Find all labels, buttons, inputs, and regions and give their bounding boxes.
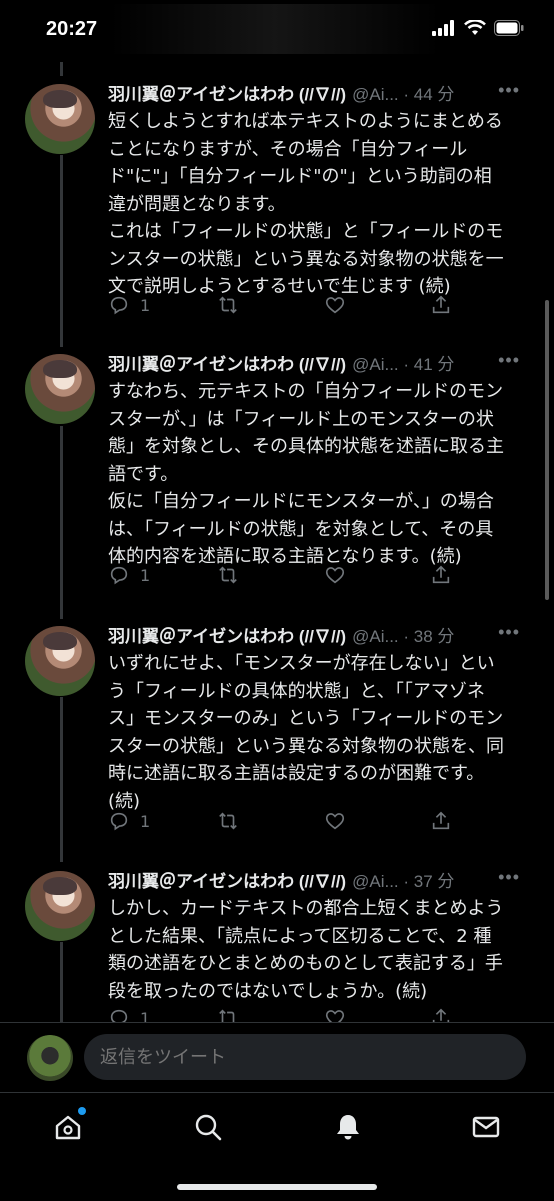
tweet[interactable]: 羽川翼＠アイゼンはわわ (//∇//) @Ai... · 41 分 ••• すなわ… bbox=[0, 350, 554, 610]
mail-icon bbox=[472, 1116, 500, 1138]
like-button[interactable] bbox=[324, 564, 346, 586]
tweet-text: すなわち、元テキストの「自分フィールドのモン スターが、」は「フィールド上のモン… bbox=[108, 381, 504, 567]
tweet-header: 羽川翼＠アイゼンはわわ (//∇//) @Ai... · 41 分 ••• bbox=[108, 350, 528, 380]
retweet-icon bbox=[219, 566, 237, 584]
share-icon bbox=[432, 811, 450, 830]
avatar[interactable] bbox=[25, 84, 95, 154]
reply-count: 1 bbox=[140, 295, 151, 315]
tab-search[interactable] bbox=[186, 1105, 230, 1149]
retweet-button[interactable] bbox=[216, 810, 240, 832]
reply-count: 1 bbox=[140, 1008, 151, 1023]
home-indicator bbox=[177, 1184, 377, 1190]
timestamp[interactable]: 41 分 bbox=[414, 355, 455, 374]
display-name[interactable]: 羽川翼＠アイゼンはわわ (//∇//) bbox=[108, 872, 346, 891]
tab-home[interactable] bbox=[46, 1105, 90, 1149]
share-icon bbox=[432, 565, 450, 584]
bell-icon bbox=[337, 1115, 359, 1140]
tab-notifications[interactable] bbox=[326, 1105, 370, 1149]
status-icons bbox=[432, 20, 524, 36]
like-icon bbox=[325, 567, 345, 584]
tweet-text: しかし、カードテキストの都合上短くまとめよう とした結果、「読点によって区切るこ… bbox=[108, 898, 504, 1002]
tab-messages[interactable] bbox=[464, 1105, 508, 1149]
reply-button[interactable]: 1 bbox=[108, 564, 150, 586]
tweet-header: 羽川翼＠アイゼンはわわ (//∇//) @Ai... · 44 分 ••• bbox=[108, 80, 528, 110]
avatar[interactable] bbox=[25, 626, 95, 696]
reply-button[interactable]: 1 bbox=[108, 810, 150, 832]
separator-dot: · bbox=[403, 355, 410, 374]
share-icon bbox=[432, 295, 450, 314]
reply-icon bbox=[110, 566, 128, 585]
tweet-actions: 1 bbox=[108, 294, 468, 324]
reply-button[interactable]: 1 bbox=[108, 294, 150, 316]
scrollbar[interactable] bbox=[545, 300, 549, 600]
handle[interactable]: @Ai... bbox=[352, 872, 399, 891]
tweet[interactable]: 羽川翼＠アイゼンはわわ (//∇//) @Ai... · 44 分 ••• 短くし… bbox=[0, 80, 554, 340]
reply-button[interactable]: 1 bbox=[108, 1007, 150, 1022]
faded-header bbox=[110, 4, 440, 54]
timestamp[interactable]: 38 分 bbox=[414, 627, 455, 646]
thread-line bbox=[60, 62, 63, 76]
share-button[interactable] bbox=[430, 294, 452, 316]
more-options-icon[interactable]: ••• bbox=[498, 622, 520, 643]
search-icon bbox=[195, 1114, 222, 1141]
notification-dot bbox=[78, 1107, 86, 1115]
reply-composer bbox=[0, 1022, 554, 1093]
like-icon bbox=[325, 1010, 345, 1022]
reply-count: 1 bbox=[140, 565, 151, 585]
reply-count: 1 bbox=[140, 811, 151, 831]
tweet-header: 羽川翼＠アイゼンはわわ (//∇//) @Ai... · 37 分 ••• bbox=[108, 867, 528, 897]
status-bar: 20:27 bbox=[0, 0, 554, 62]
retweet-button[interactable] bbox=[216, 564, 240, 586]
reply-input[interactable] bbox=[84, 1034, 526, 1080]
share-icon bbox=[432, 1008, 450, 1022]
timestamp[interactable]: 37 分 bbox=[414, 872, 455, 891]
retweet-icon bbox=[219, 1009, 236, 1022]
tweet-actions: 1 bbox=[108, 1007, 468, 1022]
display-name[interactable]: 羽川翼＠アイゼンはわわ (//∇//) bbox=[108, 85, 346, 104]
tweet-actions: 1 bbox=[108, 810, 468, 840]
retweet-icon bbox=[219, 812, 237, 830]
handle[interactable]: @Ai... bbox=[352, 355, 399, 374]
tweet-text: いずれにせよ、「モンスターが存在しない」とい う「フィールドの具体的状態」と、「… bbox=[108, 653, 504, 812]
like-icon bbox=[325, 813, 345, 830]
tweet[interactable]: 羽川翼＠アイゼンはわわ (//∇//) @Ai... · 38 分 ••• いずれ… bbox=[0, 622, 554, 854]
avatar[interactable] bbox=[25, 354, 95, 424]
handle[interactable]: @Ai... bbox=[352, 627, 399, 646]
reply-icon bbox=[110, 296, 128, 315]
more-options-icon[interactable]: ••• bbox=[498, 80, 520, 101]
tweet-text: 短くしようとすれば本テキストのようにまとめる ことになりますが、その場合「自分フ… bbox=[108, 111, 504, 297]
share-button[interactable] bbox=[430, 810, 452, 832]
separator-dot: · bbox=[403, 627, 410, 646]
reply-icon bbox=[110, 812, 128, 831]
my-avatar[interactable] bbox=[27, 1035, 73, 1081]
signal-icon bbox=[432, 20, 454, 36]
tweet-actions: 1 bbox=[108, 564, 468, 594]
share-button[interactable] bbox=[430, 564, 452, 586]
more-options-icon[interactable]: ••• bbox=[498, 867, 520, 888]
battery-icon bbox=[494, 20, 524, 36]
separator-dot: · bbox=[403, 872, 410, 891]
share-button[interactable] bbox=[430, 1007, 452, 1022]
display-name[interactable]: 羽川翼＠アイゼンはわわ (//∇//) bbox=[108, 355, 346, 374]
avatar[interactable] bbox=[25, 871, 95, 941]
display-name[interactable]: 羽川翼＠アイゼンはわわ (//∇//) bbox=[108, 627, 346, 646]
retweet-icon bbox=[219, 296, 237, 314]
tweet-header: 羽川翼＠アイゼンはわわ (//∇//) @Ai... · 38 分 ••• bbox=[108, 622, 528, 652]
home-icon bbox=[55, 1115, 81, 1140]
retweet-button[interactable] bbox=[216, 294, 240, 316]
tweet[interactable]: 羽川翼＠アイゼンはわわ (//∇//) @Ai... · 37 分 ••• しかし… bbox=[0, 867, 554, 1022]
like-button[interactable] bbox=[324, 294, 346, 316]
more-options-icon[interactable]: ••• bbox=[498, 350, 520, 371]
separator-dot: · bbox=[403, 85, 410, 104]
retweet-button[interactable] bbox=[216, 1007, 240, 1022]
wifi-icon bbox=[464, 20, 486, 35]
like-button[interactable] bbox=[324, 810, 346, 832]
like-icon bbox=[325, 297, 345, 314]
handle[interactable]: @Ai... bbox=[352, 85, 399, 104]
reply-icon bbox=[110, 1009, 128, 1022]
status-time: 20:27 bbox=[46, 18, 98, 40]
like-button[interactable] bbox=[324, 1007, 346, 1022]
timestamp[interactable]: 44 分 bbox=[414, 85, 455, 104]
